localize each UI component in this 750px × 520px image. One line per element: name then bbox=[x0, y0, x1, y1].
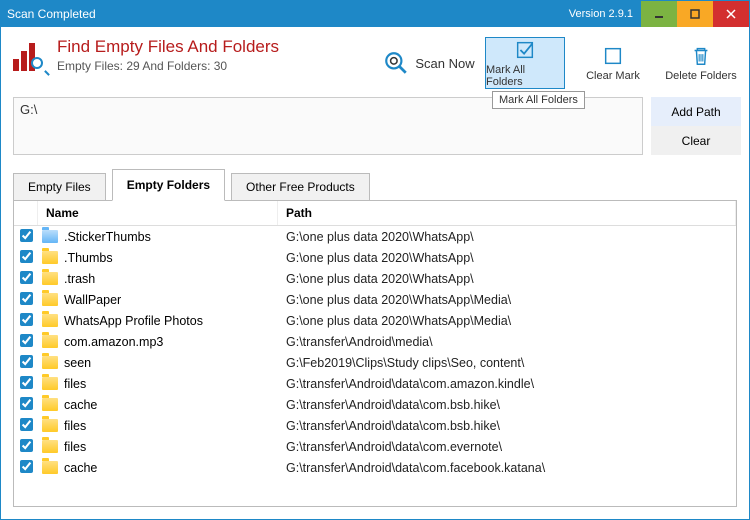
row-path: G:\one plus data 2020\WhatsApp\ bbox=[278, 251, 736, 265]
table-row[interactable]: WallPaper G:\one plus data 2020\WhatsApp\… bbox=[14, 289, 736, 310]
row-path: G:\transfer\Android\media\ bbox=[278, 335, 736, 349]
uncheck-icon bbox=[602, 45, 624, 67]
row-path: G:\one plus data 2020\WhatsApp\ bbox=[278, 272, 736, 286]
row-checkbox[interactable] bbox=[20, 313, 33, 326]
table-row[interactable]: com.amazon.mp3 G:\transfer\Android\media\ bbox=[14, 331, 736, 352]
row-checkbox[interactable] bbox=[20, 355, 33, 368]
row-name: com.amazon.mp3 bbox=[64, 335, 163, 349]
trash-icon bbox=[690, 45, 712, 67]
table-row[interactable]: files G:\transfer\Android\data\com.everno… bbox=[14, 436, 736, 457]
titlebar: Scan Completed Version 2.9.1 bbox=[1, 1, 749, 27]
tab-empty-files[interactable]: Empty Files bbox=[13, 173, 106, 200]
maximize-button[interactable] bbox=[677, 1, 713, 27]
row-checkbox[interactable] bbox=[20, 334, 33, 347]
search-icon bbox=[383, 50, 409, 76]
col-name[interactable]: Name bbox=[38, 201, 278, 225]
folder-icon bbox=[42, 398, 58, 411]
scan-stats: Empty Files: 29 And Folders: 30 bbox=[57, 59, 279, 73]
delete-folders-button[interactable]: Delete Folders bbox=[661, 37, 741, 89]
row-name: files bbox=[64, 419, 86, 433]
table-row[interactable]: cache G:\transfer\Android\data\com.bsb.hi… bbox=[14, 394, 736, 415]
minimize-button[interactable] bbox=[641, 1, 677, 27]
app-window: Scan Completed Version 2.9.1 Find Empty … bbox=[0, 0, 750, 520]
folder-icon bbox=[42, 230, 58, 243]
list-body[interactable]: .StickerThumbs G:\one plus data 2020\What… bbox=[14, 226, 736, 506]
table-row[interactable]: seen G:\Feb2019\Clips\Study clips\Seo, co… bbox=[14, 352, 736, 373]
table-row[interactable]: files G:\transfer\Android\data\com.amazon… bbox=[14, 373, 736, 394]
row-checkbox[interactable] bbox=[20, 250, 33, 263]
clear-mark-button[interactable]: Clear Mark bbox=[573, 37, 653, 89]
list-header: Name Path bbox=[14, 201, 736, 226]
folder-icon bbox=[42, 440, 58, 453]
folder-icon bbox=[42, 314, 58, 327]
table-row[interactable]: .trash G:\one plus data 2020\WhatsApp\ bbox=[14, 268, 736, 289]
window-title: Scan Completed bbox=[1, 7, 96, 21]
row-checkbox[interactable] bbox=[20, 376, 33, 389]
row-path: G:\one plus data 2020\WhatsApp\ bbox=[278, 230, 736, 244]
close-button[interactable] bbox=[713, 1, 749, 27]
row-name: cache bbox=[64, 398, 97, 412]
row-name: files bbox=[64, 377, 86, 391]
row-name: files bbox=[64, 440, 86, 454]
row-path: G:\transfer\Android\data\com.bsb.hike\ bbox=[278, 398, 736, 412]
row-checkbox[interactable] bbox=[20, 439, 33, 452]
folder-icon bbox=[42, 356, 58, 369]
row-path: G:\one plus data 2020\WhatsApp\Media\ bbox=[278, 314, 736, 328]
folder-icon bbox=[42, 461, 58, 474]
row-path: G:\transfer\Android\data\com.amazon.kind… bbox=[278, 377, 736, 391]
row-path: G:\transfer\Android\data\com.facebook.ka… bbox=[278, 461, 736, 475]
row-name: .trash bbox=[64, 272, 95, 286]
row-checkbox[interactable] bbox=[20, 271, 33, 284]
results-list: Name Path .StickerThumbs G:\one plus data… bbox=[13, 200, 737, 507]
col-path[interactable]: Path bbox=[278, 201, 736, 225]
row-checkbox[interactable] bbox=[20, 397, 33, 410]
folder-icon bbox=[42, 419, 58, 432]
row-path: G:\transfer\Android\data\com.evernote\ bbox=[278, 440, 736, 454]
folder-icon bbox=[42, 272, 58, 285]
row-path: G:\one plus data 2020\WhatsApp\Media\ bbox=[278, 293, 736, 307]
row-checkbox[interactable] bbox=[20, 229, 33, 242]
row-name: cache bbox=[64, 461, 97, 475]
row-name: .Thumbs bbox=[64, 251, 113, 265]
mark-all-folders-button[interactable]: Mark All Folders Mark All Folders bbox=[485, 37, 565, 89]
row-name: WallPaper bbox=[64, 293, 121, 307]
table-row[interactable]: .StickerThumbs G:\one plus data 2020\What… bbox=[14, 226, 736, 247]
tab-empty-folders[interactable]: Empty Folders bbox=[112, 169, 225, 201]
toolbar: Find Empty Files And Folders Empty Files… bbox=[1, 27, 749, 95]
mark-all-tooltip: Mark All Folders bbox=[492, 91, 585, 109]
table-row[interactable]: .Thumbs G:\one plus data 2020\WhatsApp\ bbox=[14, 247, 736, 268]
row-checkbox[interactable] bbox=[20, 460, 33, 473]
check-all-icon bbox=[514, 39, 536, 61]
version-label: Version 2.9.1 bbox=[569, 8, 641, 20]
row-checkbox[interactable] bbox=[20, 418, 33, 431]
table-row[interactable]: WhatsApp Profile Photos G:\one plus data … bbox=[14, 310, 736, 331]
clear-path-button[interactable]: Clear bbox=[651, 126, 741, 155]
add-path-button[interactable]: Add Path bbox=[651, 97, 741, 126]
folder-icon bbox=[42, 335, 58, 348]
folder-icon bbox=[42, 377, 58, 390]
table-row[interactable]: files G:\transfer\Android\data\com.bsb.hi… bbox=[14, 415, 736, 436]
scan-now-button[interactable]: Scan Now bbox=[381, 37, 477, 89]
row-path: G:\Feb2019\Clips\Study clips\Seo, conten… bbox=[278, 356, 736, 370]
folder-icon bbox=[42, 251, 58, 264]
col-checkbox[interactable] bbox=[14, 201, 38, 225]
row-checkbox[interactable] bbox=[20, 292, 33, 305]
row-name: WhatsApp Profile Photos bbox=[64, 314, 203, 328]
tabs: Empty Files Empty Folders Other Free Pro… bbox=[1, 161, 749, 200]
row-name: .StickerThumbs bbox=[64, 230, 151, 244]
tab-other-products[interactable]: Other Free Products bbox=[231, 173, 370, 200]
row-path: G:\transfer\Android\data\com.bsb.hike\ bbox=[278, 419, 736, 433]
row-name: seen bbox=[64, 356, 91, 370]
folder-icon bbox=[42, 293, 58, 306]
app-title: Find Empty Files And Folders bbox=[57, 37, 279, 57]
path-row: G:\ Add Path Clear bbox=[1, 95, 749, 161]
app-header: Find Empty Files And Folders Empty Files… bbox=[13, 37, 373, 73]
table-row[interactable]: cache G:\transfer\Android\data\com.facebo… bbox=[14, 457, 736, 478]
app-logo-icon bbox=[13, 39, 47, 73]
